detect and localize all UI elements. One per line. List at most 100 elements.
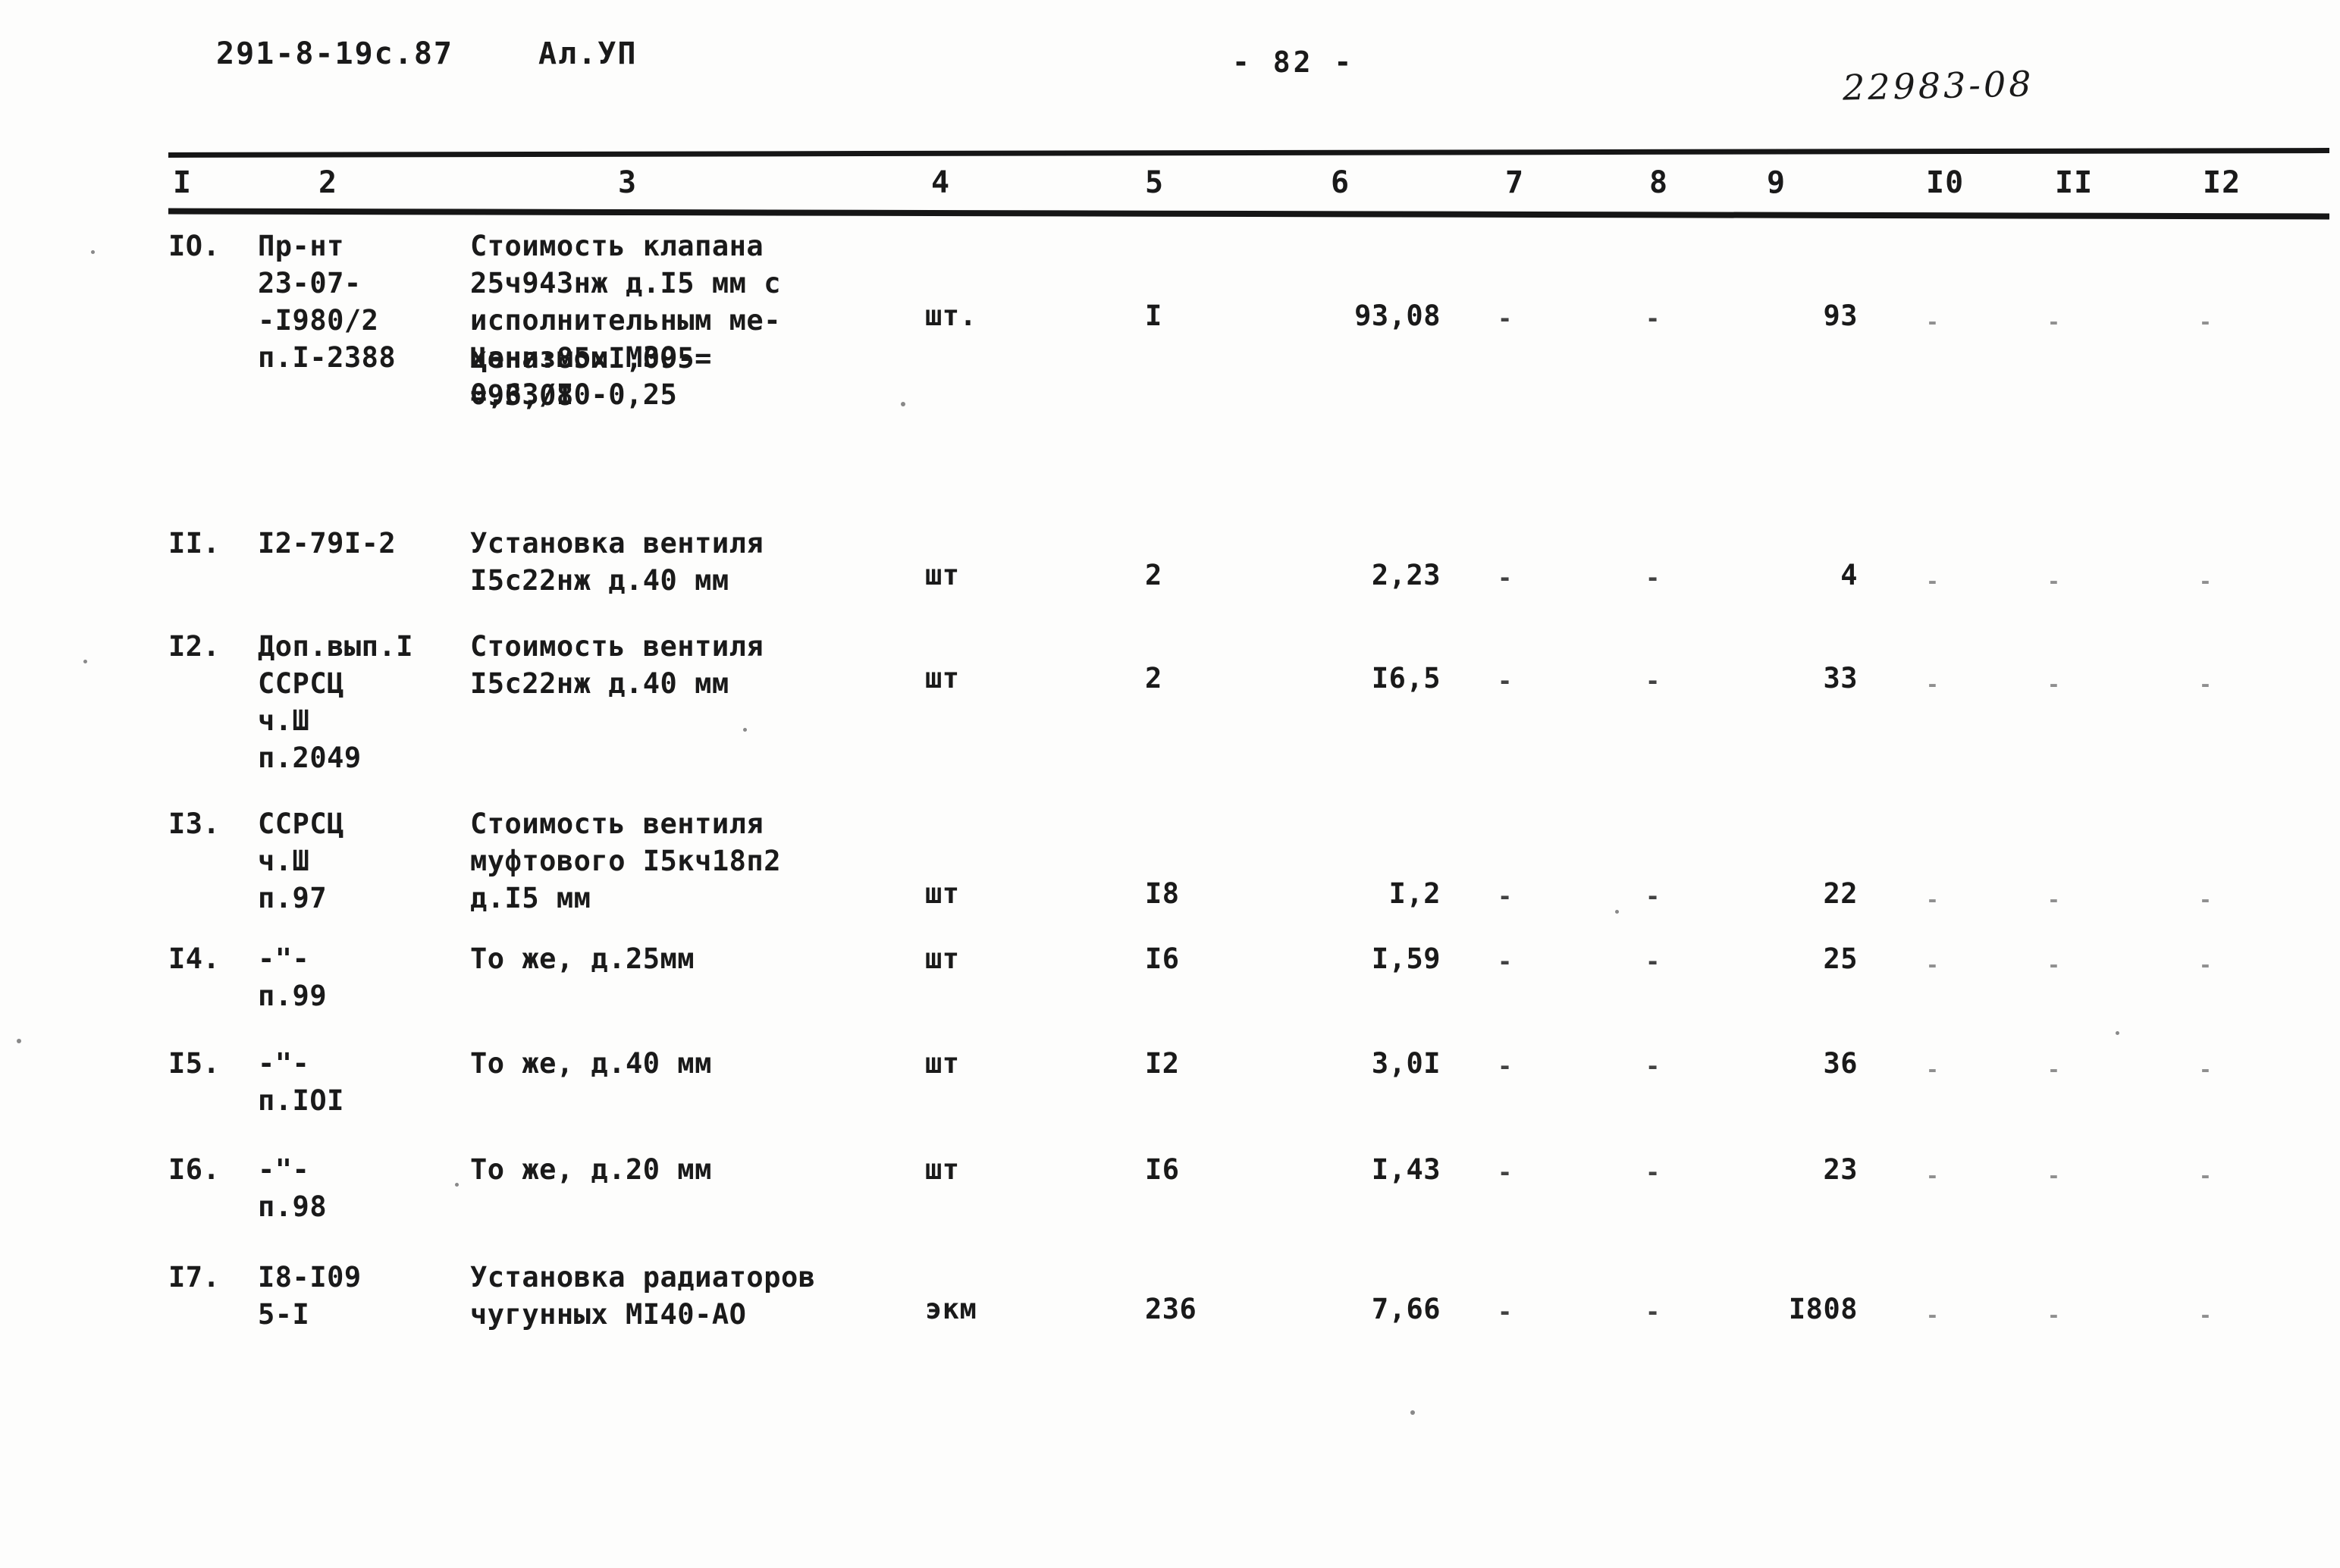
- cell-quantity: I8: [1145, 877, 1180, 910]
- cell-quantity: 236: [1145, 1293, 1197, 1325]
- cell-norm-code: -"- п.98: [258, 1153, 328, 1223]
- cell-col7: -: [1498, 1158, 1513, 1187]
- cell-quantity: I: [1145, 299, 1162, 332]
- cell-description: То же, д.20 мм: [470, 1153, 712, 1186]
- cell-col10: -: [1926, 1303, 1940, 1328]
- cell-col8: -: [1645, 666, 1661, 695]
- album-code: Ал.УП: [538, 36, 638, 71]
- cell-item-number: I4.: [168, 942, 221, 975]
- cell-norm-code: Пр-нт 23-07- -I980/2 п.I-2388: [258, 230, 397, 374]
- cell-unit-price: 2,23: [1371, 559, 1441, 591]
- cell-unit: шт: [925, 662, 960, 695]
- cell-item-number: I6.: [168, 1153, 221, 1186]
- cell-col11: -: [2047, 672, 2061, 697]
- cell-col8: -: [1645, 1158, 1661, 1187]
- cell-quantity: I6: [1145, 942, 1180, 975]
- scan-speck: [1410, 1410, 1415, 1415]
- column-header-1: I: [173, 165, 193, 200]
- cell-col10: -: [1926, 1163, 1940, 1188]
- column-header-3: 3: [618, 165, 638, 200]
- cell-col12: -: [2199, 1163, 2213, 1188]
- cell-total: 25: [1823, 942, 1858, 975]
- cell-col10: -: [1926, 309, 1940, 334]
- scanned-document-page: 291-8-19с.87 Ал.УП - 82 - 22983-08 I2345…: [0, 0, 2340, 1568]
- cell-col10: -: [1926, 672, 1940, 697]
- column-header-10: I0: [1926, 165, 1965, 200]
- cell-description-note: Цена:85хI,095= =93,08: [470, 342, 712, 412]
- column-header-12: I2: [2203, 165, 2241, 200]
- cell-col12: -: [2199, 1057, 2213, 1082]
- column-header-7: 7: [1505, 165, 1525, 200]
- cell-col12: -: [2199, 887, 2213, 912]
- scan-speck: [743, 728, 747, 732]
- table-rule-top: [168, 148, 2330, 158]
- cell-description: Стоимость вентиля муфтового I5кч18п2 д.I…: [470, 808, 781, 914]
- scan-speck: [91, 250, 95, 254]
- cell-total: 4: [1840, 559, 1858, 591]
- document-code: 291-8-19с.87: [216, 36, 453, 71]
- cell-unit: шт: [925, 1153, 960, 1186]
- cell-col10: -: [1926, 1057, 1940, 1082]
- cell-col11: -: [2047, 1303, 2061, 1328]
- cell-col8: -: [1645, 304, 1661, 333]
- cell-norm-code: -"- п.99: [258, 942, 328, 1012]
- cell-description: Стоимость вентиля I5с22нж д.40 мм: [470, 630, 764, 700]
- scan-speck: [455, 1183, 459, 1187]
- cell-quantity: I2: [1145, 1047, 1180, 1080]
- cell-unit: шт: [925, 942, 960, 975]
- cell-quantity: I6: [1145, 1153, 1180, 1186]
- cell-unit-price: I,43: [1371, 1153, 1441, 1186]
- cell-item-number: I5.: [168, 1047, 221, 1080]
- cell-col8: -: [1645, 1297, 1661, 1326]
- scan-speck: [901, 402, 905, 406]
- column-header-5: 5: [1145, 165, 1165, 200]
- cell-col12: -: [2199, 309, 2213, 334]
- cell-item-number: IО.: [168, 230, 221, 262]
- column-header-2: 2: [318, 165, 338, 200]
- cell-col12: -: [2199, 952, 2213, 977]
- cell-norm-code: -"- п.IОI: [258, 1047, 344, 1117]
- cell-item-number: I7.: [168, 1261, 221, 1294]
- cell-unit: шт: [925, 877, 960, 910]
- cell-item-number: I3.: [168, 808, 221, 840]
- column-header-9: 9: [1767, 165, 1786, 200]
- column-header-11: II: [2055, 165, 2094, 200]
- cell-col12: -: [2199, 1303, 2213, 1328]
- cell-item-number: II.: [168, 527, 221, 560]
- cell-unit-price: I,59: [1371, 942, 1441, 975]
- column-header-4: 4: [931, 165, 951, 200]
- cell-unit-price: I,2: [1388, 877, 1441, 910]
- cell-col11: -: [2047, 1163, 2061, 1188]
- cell-unit: экм: [925, 1293, 977, 1325]
- cell-description: То же, д.25мм: [470, 942, 695, 975]
- cell-col11: -: [2047, 887, 2061, 912]
- cell-unit-price: 7,66: [1371, 1293, 1441, 1325]
- cell-unit: шт: [925, 559, 960, 591]
- cell-col7: -: [1498, 666, 1513, 695]
- cell-col11: -: [2047, 569, 2061, 594]
- cell-col7: -: [1498, 304, 1513, 333]
- page-number: - 82 -: [1232, 45, 1355, 79]
- cell-col7: -: [1498, 882, 1513, 911]
- column-header-6: 6: [1331, 165, 1350, 200]
- cell-description: Установка радиаторов чугунных МI40-АО: [470, 1261, 816, 1331]
- cell-col11: -: [2047, 952, 2061, 977]
- scan-speck: [1615, 910, 1619, 914]
- cell-col8: -: [1645, 947, 1661, 976]
- cell-col11: -: [2047, 1057, 2061, 1082]
- document-header: 291-8-19с.87 Ал.УП - 82 - 22983-08: [0, 36, 2340, 108]
- cell-col8: -: [1645, 563, 1661, 592]
- cell-col12: -: [2199, 672, 2213, 697]
- cell-item-number: I2.: [168, 630, 221, 663]
- cell-col7: -: [1498, 947, 1513, 976]
- cell-col11: -: [2047, 309, 2061, 334]
- cell-total: I808: [1788, 1293, 1858, 1325]
- cell-col8: -: [1645, 1052, 1661, 1080]
- cell-unit-price: I6,5: [1371, 662, 1441, 695]
- cell-col10: -: [1926, 569, 1940, 594]
- cell-col7: -: [1498, 1052, 1513, 1080]
- archive-stamp-number: 22983-08: [1842, 63, 2034, 108]
- cell-quantity: 2: [1145, 662, 1162, 695]
- cell-total: 22: [1823, 877, 1858, 910]
- cell-description: То же, д.40 мм: [470, 1047, 712, 1080]
